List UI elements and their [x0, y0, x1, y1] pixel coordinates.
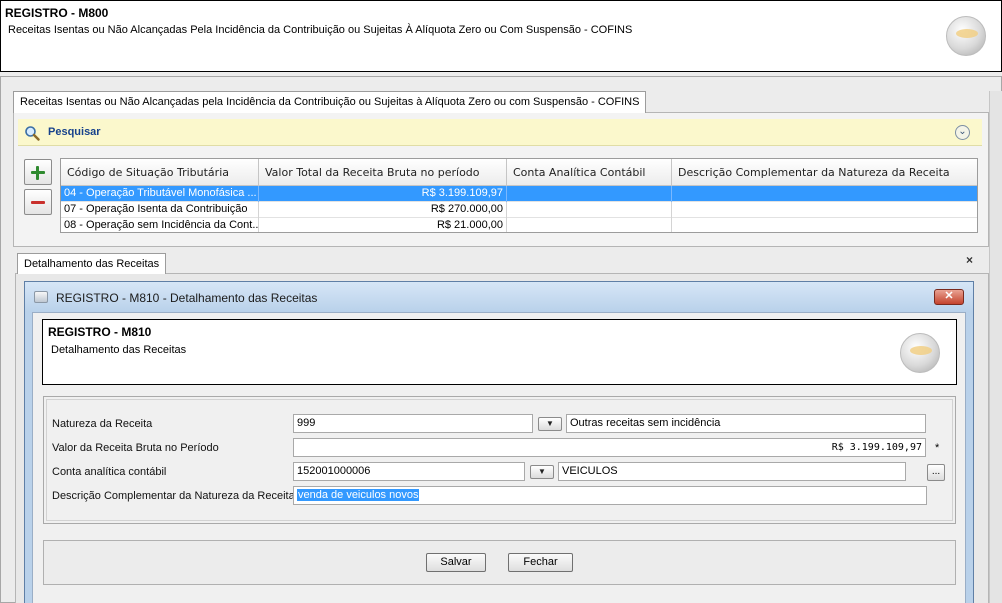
save-button[interactable]: Salvar [426, 553, 486, 572]
sub-register-title: REGISTRO - M810 [48, 325, 152, 339]
cell-valor: R$ 3.199.109,97 [259, 186, 507, 202]
valor-label: Valor da Receita Bruta no Período [52, 442, 219, 454]
natureza-label: Natureza da Receita [52, 418, 153, 430]
table-row[interactable]: 08 - Operação sem Incidência da Cont... … [61, 218, 977, 232]
close-button[interactable]: Fechar [508, 553, 573, 572]
app-logo [900, 333, 940, 373]
cell-conta [507, 186, 672, 202]
table-row[interactable]: 07 - Operação Isenta da Contribuição R$ … [61, 202, 977, 218]
receitas-table[interactable]: Código de Situação Tributária Valor Tota… [60, 158, 978, 233]
cell-conta [507, 202, 672, 218]
register-title: REGISTRO - M800 [5, 6, 109, 20]
tab-detalhamento[interactable]: Detalhamento das Receitas [17, 253, 167, 274]
cell-cst: 07 - Operação Isenta da Contribuição [61, 202, 259, 218]
conta-lookup-button[interactable]: ... [927, 464, 945, 481]
vertical-scrollbar[interactable] [989, 91, 1002, 603]
column-header-cst[interactable]: Código de Situação Tributária [61, 159, 259, 186]
dialog-close-button[interactable]: ✕ [934, 289, 964, 305]
chevron-down-icon[interactable]: ⌄ [955, 125, 970, 140]
close-tab-icon[interactable]: × [966, 253, 973, 267]
tab-m800-receitas[interactable]: Receitas Isentas ou Não Alcançadas pela … [13, 91, 647, 113]
app-logo [946, 16, 986, 56]
required-indicator: * [935, 442, 940, 454]
natureza-dropdown-button[interactable]: ▼ [538, 417, 562, 431]
descricao-label: Descrição Complementar da Natureza da Re… [52, 490, 295, 502]
cell-valor: R$ 21.000,00 [259, 218, 507, 232]
remove-row-button[interactable] [24, 189, 52, 215]
natureza-description-field: Outras receitas sem incidência [566, 414, 926, 433]
button-bar [43, 540, 956, 585]
cell-cst: 04 - Operação Tributável Monofásica ... [61, 186, 259, 202]
conta-description-field: VEICULOS [558, 462, 906, 481]
cell-valor: R$ 270.000,00 [259, 202, 507, 218]
add-row-button[interactable] [24, 159, 52, 185]
conta-dropdown-button[interactable]: ▼ [530, 465, 554, 479]
dialog-title: REGISTRO - M810 - Detalhamento das Recei… [56, 291, 318, 305]
table-row[interactable]: 04 - Operação Tributável Monofásica ... … [61, 186, 977, 202]
cell-descricao [672, 186, 977, 202]
conta-label: Conta analítica contábil [52, 466, 167, 478]
cell-conta [507, 218, 672, 232]
conta-input[interactable]: 152001000006 [293, 462, 525, 481]
descricao-input[interactable]: venda de veiculos novos [293, 486, 927, 505]
cell-descricao [672, 218, 977, 232]
cell-descricao [672, 202, 977, 218]
search-label[interactable]: Pesquisar [48, 126, 101, 138]
register-subtitle: Receitas Isentas ou Não Alcançadas Pela … [8, 24, 633, 36]
search-icon [24, 125, 40, 141]
column-header-valor[interactable]: Valor Total da Receita Bruta no período [259, 159, 507, 186]
search-bar[interactable] [18, 119, 982, 146]
minus-icon [31, 201, 45, 204]
valor-input[interactable]: R$ 3.199.109,97 [293, 438, 926, 457]
table-header: Código de Situação Tributária Valor Tota… [61, 159, 977, 186]
column-header-conta[interactable]: Conta Analítica Contábil [507, 159, 672, 186]
descricao-selected-text: venda de veiculos novos [297, 489, 420, 501]
sub-register-subtitle: Detalhamento das Receitas [51, 344, 187, 356]
cell-cst: 08 - Operação sem Incidência da Cont... [61, 218, 259, 232]
natureza-input[interactable]: 999 [293, 414, 533, 433]
window-icon [34, 291, 48, 303]
column-header-descricao[interactable]: Descrição Complementar da Natureza da Re… [672, 159, 977, 186]
register-header [0, 0, 1002, 72]
